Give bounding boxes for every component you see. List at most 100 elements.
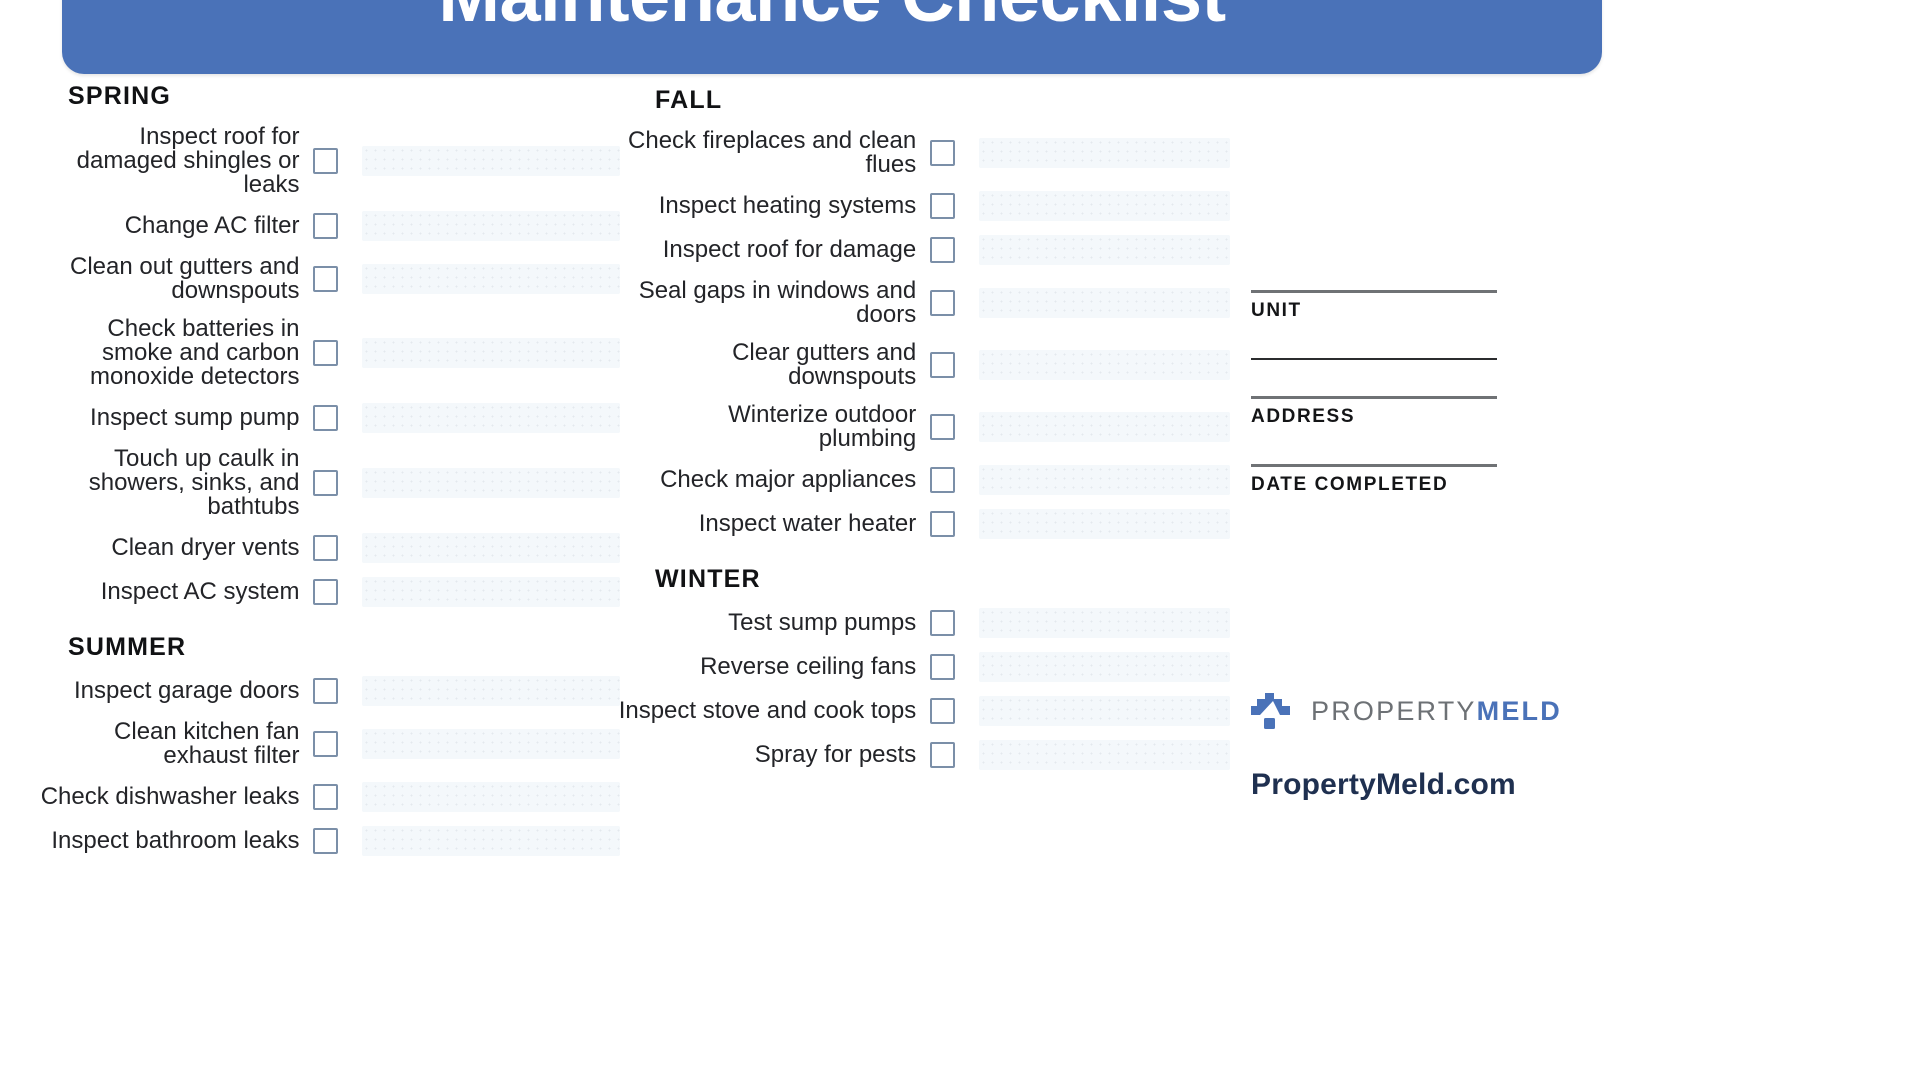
write-in-rule[interactable] [1251, 358, 1497, 360]
checkbox[interactable] [313, 470, 339, 496]
write-in-rule[interactable] [1251, 396, 1497, 399]
form-field-label: UNIT [1251, 300, 1302, 321]
checklist-row[interactable]: Inspect roof for damaged shingles or lea… [20, 125, 620, 197]
checkbox[interactable] [313, 678, 339, 704]
checklist-row[interactable]: Clean dryer vents [20, 533, 620, 563]
checkbox[interactable] [313, 405, 339, 431]
checklist-item-label: Inspect sump pump [90, 404, 300, 431]
write-in-line[interactable] [362, 826, 620, 856]
checkbox[interactable] [930, 610, 956, 636]
logo-lockup[interactable]: PROPERTYMELD [1251, 690, 1560, 732]
form-field-address[interactable]: ADDRESS [1251, 396, 1501, 428]
column-left: SPRING Inspect roof for damaged shingles… [20, 82, 620, 882]
write-in-line[interactable] [362, 468, 620, 498]
checklist-row[interactable]: Inspect water heater [610, 509, 1230, 539]
checkbox[interactable] [930, 698, 956, 724]
checklist-row[interactable]: Test sump pumps [610, 608, 1230, 638]
checklist-row[interactable]: Check dishwasher leaks [20, 782, 620, 812]
checklist-row[interactable]: Check batteries in smoke and carbon mono… [20, 317, 620, 389]
write-in-line[interactable] [362, 338, 620, 368]
write-in-line[interactable] [362, 211, 620, 241]
write-in-line[interactable] [979, 608, 1230, 638]
checkbox[interactable] [313, 213, 339, 239]
checklist-row[interactable]: Inspect sump pump [20, 403, 620, 433]
checklist-row[interactable]: Clean kitchen fan exhaust filter [20, 720, 620, 768]
write-in-rule[interactable] [1251, 464, 1497, 467]
checkbox[interactable] [930, 140, 956, 166]
checklist-item-label: Seal gaps in windows and doors [638, 277, 917, 328]
write-in-rule[interactable] [1251, 290, 1497, 293]
checklist-row[interactable]: Inspect AC system [20, 577, 620, 607]
write-in-line[interactable] [362, 533, 620, 563]
checklist-row[interactable]: Inspect garage doors [20, 676, 620, 706]
website-url[interactable]: PropertyMeld.com [1251, 768, 1531, 802]
checkbox[interactable] [313, 340, 339, 366]
checklist-row[interactable]: Inspect roof for damage [610, 235, 1230, 265]
write-in-line[interactable] [979, 288, 1230, 318]
write-in-line[interactable] [979, 191, 1230, 221]
write-in-line[interactable] [362, 577, 620, 607]
page-title: Maintenance Checklist [438, 0, 1226, 37]
write-in-line[interactable] [979, 138, 1230, 168]
checklist-item-label: Change AC filter [124, 212, 300, 239]
write-in-line[interactable] [362, 264, 620, 294]
write-in-line[interactable] [979, 235, 1230, 265]
checklist-item-label: Touch up caulk in showers, sinks, and ba… [88, 445, 300, 520]
write-in-line[interactable] [979, 412, 1230, 442]
checkbox[interactable] [930, 467, 956, 493]
checklist-winter: Test sump pumps Reverse ceiling fans Ins… [610, 608, 1230, 770]
write-in-line[interactable] [362, 676, 620, 706]
checkbox[interactable] [930, 511, 956, 537]
write-in-line[interactable] [979, 740, 1230, 770]
checkbox[interactable] [930, 290, 956, 316]
checklist-row[interactable]: Change AC filter [20, 211, 620, 241]
checkbox[interactable] [313, 784, 339, 810]
checkbox[interactable] [930, 193, 956, 219]
write-in-line[interactable] [362, 403, 620, 433]
checkbox[interactable] [313, 579, 339, 605]
checklist-fall: Check fireplaces and clean flues Inspect… [610, 129, 1230, 539]
checklist-row[interactable]: Seal gaps in windows and doors [610, 279, 1230, 327]
form-field-date-completed[interactable]: DATE COMPLETED [1251, 464, 1501, 496]
write-in-line[interactable] [979, 652, 1230, 682]
checkbox[interactable] [930, 352, 956, 378]
checklist-row[interactable]: Inspect bathroom leaks [20, 826, 620, 856]
checklist-row[interactable]: Check fireplaces and clean flues [610, 129, 1230, 177]
checkbox[interactable] [930, 654, 956, 680]
write-in-line[interactable] [979, 696, 1230, 726]
checklist-row[interactable]: Inspect stove and cook tops [610, 696, 1230, 726]
form-field-unit[interactable]: UNIT [1251, 290, 1501, 322]
checklist-row[interactable]: Spray for pests [610, 740, 1230, 770]
checkbox[interactable] [313, 731, 339, 757]
checklist-row[interactable]: Touch up caulk in showers, sinks, and ba… [20, 447, 620, 519]
checklist-row[interactable]: Reverse ceiling fans [610, 652, 1230, 682]
write-in-line[interactable] [362, 729, 620, 759]
checkbox[interactable] [930, 237, 956, 263]
form-field-label: ADDRESS [1251, 406, 1356, 427]
season-block-summer: SUMMER Inspect garage doors Clean kitche… [20, 633, 620, 856]
season-heading-spring: SPRING [68, 82, 172, 110]
write-in-line[interactable] [979, 350, 1230, 380]
write-in-line[interactable] [979, 509, 1230, 539]
write-in-line[interactable] [362, 146, 620, 176]
checkbox[interactable] [313, 535, 339, 561]
checklist-body: SPRING Inspect roof for damaged shingles… [0, 82, 1920, 1080]
form-field-blank[interactable] [1251, 358, 1501, 360]
checkbox[interactable] [313, 148, 339, 174]
checklist-row[interactable]: Inspect heating systems [610, 191, 1230, 221]
checkbox[interactable] [930, 414, 956, 440]
form-fields-panel: UNIT ADDRESS DATE COMPLETED [1251, 290, 1501, 532]
checkbox[interactable] [313, 828, 339, 854]
checkbox[interactable] [313, 266, 339, 292]
checkbox[interactable] [930, 742, 956, 768]
checklist-row[interactable]: Clean out gutters and downspouts [20, 255, 620, 303]
write-in-line[interactable] [979, 465, 1230, 495]
write-in-line[interactable] [362, 782, 620, 812]
season-heading-summer: SUMMER [68, 633, 187, 661]
logo-text-primary: PROPERTY [1311, 695, 1477, 726]
checklist-row[interactable]: Check major appliances [610, 465, 1230, 495]
checklist-row[interactable]: Winterize outdoor plumbing [610, 403, 1230, 451]
season-block-winter: WINTER Test sump pumps Reverse ceiling f… [610, 565, 1230, 770]
checklist-item-label: Check fireplaces and clean flues [628, 127, 917, 178]
checklist-row[interactable]: Clear gutters and downspouts [610, 341, 1230, 389]
